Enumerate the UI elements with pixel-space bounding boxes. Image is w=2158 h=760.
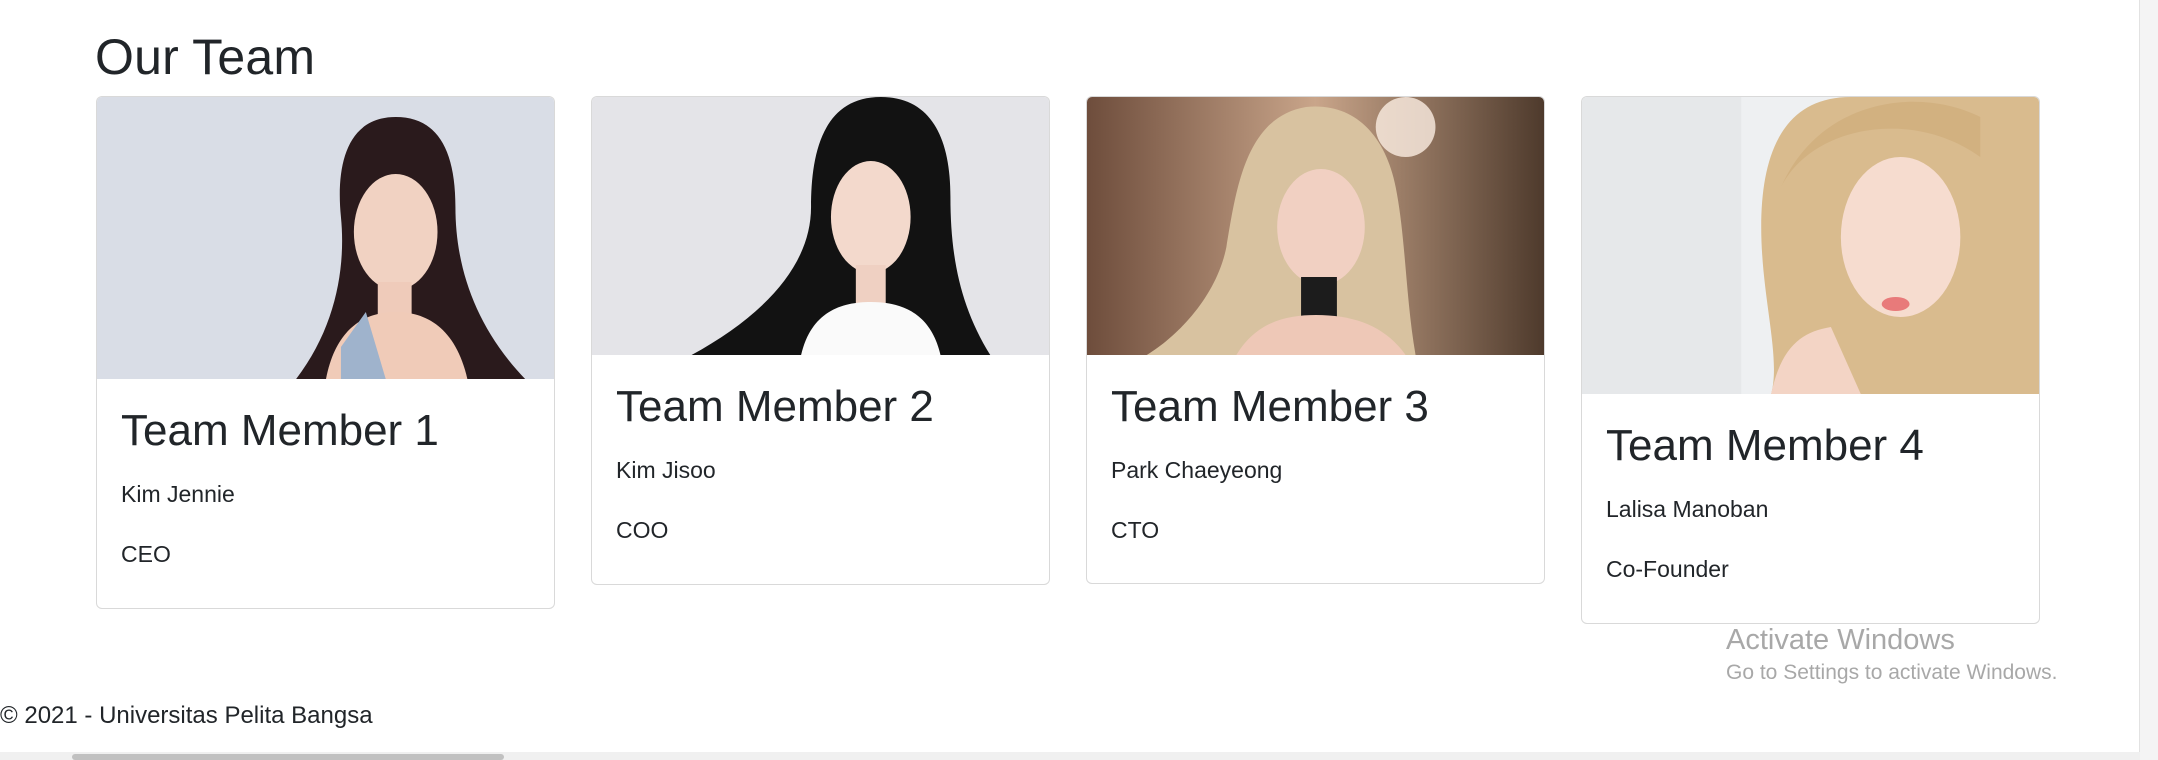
member-role: CTO — [1111, 517, 1160, 543]
portrait-icon — [1087, 97, 1544, 355]
member-name: Park Chaeyeong — [1111, 457, 1283, 483]
vertical-scrollbar[interactable] — [2139, 0, 2158, 760]
portrait-icon — [97, 97, 554, 379]
horizontal-scrollbar[interactable] — [0, 752, 2140, 760]
member-title: Team Member 4 — [1606, 421, 1924, 470]
member-name: Lalisa Manoban — [1606, 496, 1769, 522]
member-photo-2 — [592, 97, 1049, 355]
section-title: Our Team — [95, 29, 316, 85]
member-photo-4 — [1582, 97, 2039, 394]
team-card-4: Team Member 4 Lalisa Manoban Co-Founder — [1581, 96, 2040, 624]
card-body-1: Team Member 1 Kim Jennie CEO — [97, 379, 554, 569]
card-body-3: Team Member 3 Park Chaeyeong CTO — [1087, 355, 1544, 545]
footer-copyright: © 2021 - Universitas Pelita Bangsa — [0, 702, 373, 729]
member-title: Team Member 2 — [616, 382, 934, 431]
watermark-subtitle: Go to Settings to activate Windows. — [1726, 661, 2058, 684]
portrait-icon — [1582, 97, 2039, 394]
member-role: COO — [616, 517, 669, 543]
member-photo-3 — [1087, 97, 1544, 355]
team-card-3: Team Member 3 Park Chaeyeong CTO — [1086, 96, 1545, 584]
card-body-4: Team Member 4 Lalisa Manoban Co-Founder — [1582, 394, 2039, 584]
page: Our Team Team Member 1 Kim Jennie CEO Te… — [0, 0, 2158, 760]
member-name: Kim Jisoo — [616, 457, 716, 483]
portrait-icon — [592, 97, 1049, 355]
member-title: Team Member 1 — [121, 406, 439, 455]
team-card-1: Team Member 1 Kim Jennie CEO — [96, 96, 555, 609]
team-card-2: Team Member 2 Kim Jisoo COO — [591, 96, 1050, 585]
member-title: Team Member 3 — [1111, 382, 1429, 431]
watermark-title: Activate Windows — [1726, 624, 1955, 656]
card-body-2: Team Member 2 Kim Jisoo COO — [592, 355, 1049, 545]
member-role: CEO — [121, 541, 171, 567]
member-name: Kim Jennie — [121, 481, 235, 507]
member-role: Co-Founder — [1606, 556, 1729, 582]
scrollbar-thumb[interactable] — [72, 754, 504, 760]
activate-windows-watermark: Activate Windows Go to Settings to activ… — [1726, 622, 2058, 688]
member-photo-1 — [97, 97, 554, 379]
